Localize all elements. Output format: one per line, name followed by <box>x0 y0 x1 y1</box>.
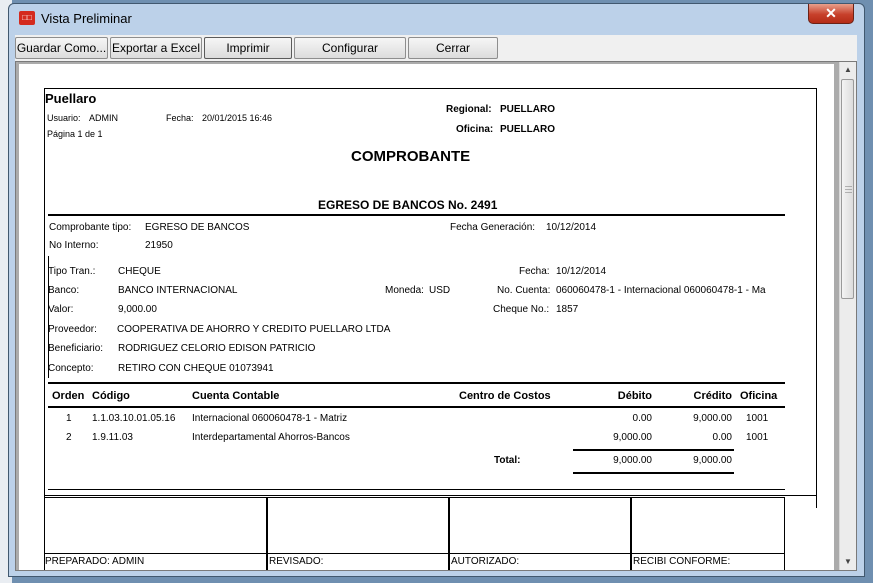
account-value: 060060478-1 - Internacional 060060478-1 … <box>556 285 766 296</box>
report-page: Puellaro Usuario: ADMIN Fecha: 20/01/201… <box>19 64 834 570</box>
close-button[interactable]: Cerrar <box>408 37 498 59</box>
grip-icon: — — — <box>845 183 852 196</box>
concept-value: RETIRO CON CHEQUE 01073941 <box>118 363 274 374</box>
row-account: Interdepartamental Ahorros-Bancos <box>192 432 350 443</box>
save-as-button[interactable]: Guardar Como... <box>15 37 108 59</box>
user-value: ADMIN <box>89 113 118 123</box>
printer-setup-button[interactable]: Configurar Impresora <box>294 37 406 75</box>
internal-no-value: 21950 <box>145 240 173 251</box>
close-icon[interactable]: ✕ <box>808 4 854 24</box>
concept-label: Concepto: <box>48 363 94 374</box>
internal-no-label: No Interno: <box>49 240 99 251</box>
supplier-value: COOPERATIVA DE AHORRO Y CREDITO PUELLARO… <box>117 324 391 335</box>
office-label: Oficina: <box>456 124 494 135</box>
bank-label: Banco: <box>48 285 80 296</box>
bank-value: BANCO INTERNACIONAL <box>118 285 238 296</box>
company-name: Puellaro <box>45 91 97 106</box>
row-office: 1001 <box>746 413 769 424</box>
value-label: Valor: <box>48 304 74 315</box>
col-order: Orden <box>52 390 85 402</box>
col-credit: Crédito <box>693 390 733 402</box>
scroll-down-icon[interactable]: ▼ <box>840 554 856 570</box>
beneficiary-label: Beneficiario: <box>48 343 104 354</box>
col-code: Código <box>92 390 130 402</box>
col-debit: Débito <box>617 390 652 402</box>
tran-type-value: CHEQUE <box>118 266 161 277</box>
check-label: Cheque No.: <box>493 304 550 315</box>
report-title: COMPROBANTE <box>351 148 471 165</box>
total-debit: 9,000.00 <box>613 455 652 466</box>
app-icon: □□ <box>19 11 35 25</box>
total-label: Total: <box>494 455 521 466</box>
generation-date-label: Fecha Generación: <box>450 222 536 233</box>
row-order: 1 <box>66 413 72 424</box>
title-bar: □□ Vista Preliminar ✕ <box>9 4 864 32</box>
row-order: 2 <box>66 432 72 443</box>
toolbar: Guardar Como... Exportar a Excel Imprimi… <box>15 35 857 75</box>
office-value: PUELLARO <box>500 124 555 135</box>
total-credit: 9,000.00 <box>693 455 732 466</box>
beneficiary-value: RODRIGUEZ CELORIO EDISON PATRICIO <box>118 343 316 354</box>
col-cost-center: Centro de Costos <box>459 390 551 402</box>
row-office: 1001 <box>746 432 769 443</box>
page-number: Página 1 de 1 <box>47 129 103 139</box>
currency-value: USD <box>429 285 451 296</box>
report-subtitle: EGRESO DE BANCOS No. 2491 <box>318 198 498 212</box>
row-code: 1.9.11.03 <box>92 432 133 443</box>
row-code: 1.1.03.10.01.05.16 <box>92 413 176 424</box>
report-viewer[interactable]: Puellaro Usuario: ADMIN Fecha: 20/01/201… <box>15 61 857 571</box>
tran-type-label: Tipo Tran.: <box>48 266 96 277</box>
col-account: Cuenta Contable <box>192 390 280 402</box>
vertical-scrollbar[interactable]: ▲ — — — ▼ <box>839 62 856 570</box>
regional-label: Regional: <box>446 104 492 115</box>
account-label: No. Cuenta: <box>497 285 551 296</box>
preview-window: □□ Vista Preliminar ✕ Guardar Como... Ex… <box>8 3 865 577</box>
signature-prepared: PREPARADO: ADMIN <box>45 556 145 567</box>
row-account: Internacional 060060478-1 - Matriz <box>192 413 348 424</box>
date-label: Fecha: <box>166 113 194 123</box>
scroll-up-icon[interactable]: ▲ <box>840 62 856 78</box>
row-debit: 0.00 <box>632 413 652 424</box>
export-excel-button[interactable]: Exportar a Excel <box>110 37 202 59</box>
signature-authorized: AUTORIZADO: <box>451 556 520 567</box>
col-office: Oficina <box>740 390 778 402</box>
signature-reviewed: REVISADO: <box>269 556 324 567</box>
tran-date-label: Fecha: <box>519 266 550 277</box>
currency-label: Moneda: <box>385 285 424 296</box>
regional-value: PUELLARO <box>500 104 555 115</box>
row-credit: 0.00 <box>712 432 732 443</box>
value-amount: 9,000.00 <box>118 304 157 315</box>
check-value: 1857 <box>556 304 579 315</box>
generation-date-value: 10/12/2014 <box>546 222 597 233</box>
user-label: Usuario: <box>47 113 81 123</box>
tran-date-value: 10/12/2014 <box>556 266 607 277</box>
window-title: Vista Preliminar <box>41 11 132 26</box>
voucher-type-label: Comprobante tipo: <box>49 222 132 233</box>
voucher-type-value: EGRESO DE BANCOS <box>145 222 250 233</box>
row-credit: 9,000.00 <box>693 413 732 424</box>
supplier-label: Proveedor: <box>48 324 97 335</box>
signature-received: RECIBI CONFORME: <box>633 556 731 567</box>
scroll-thumb[interactable]: — — — <box>841 79 854 299</box>
print-button[interactable]: Imprimir <box>204 37 292 59</box>
row-debit: 9,000.00 <box>613 432 652 443</box>
date-value: 20/01/2015 16:46 <box>202 113 273 123</box>
